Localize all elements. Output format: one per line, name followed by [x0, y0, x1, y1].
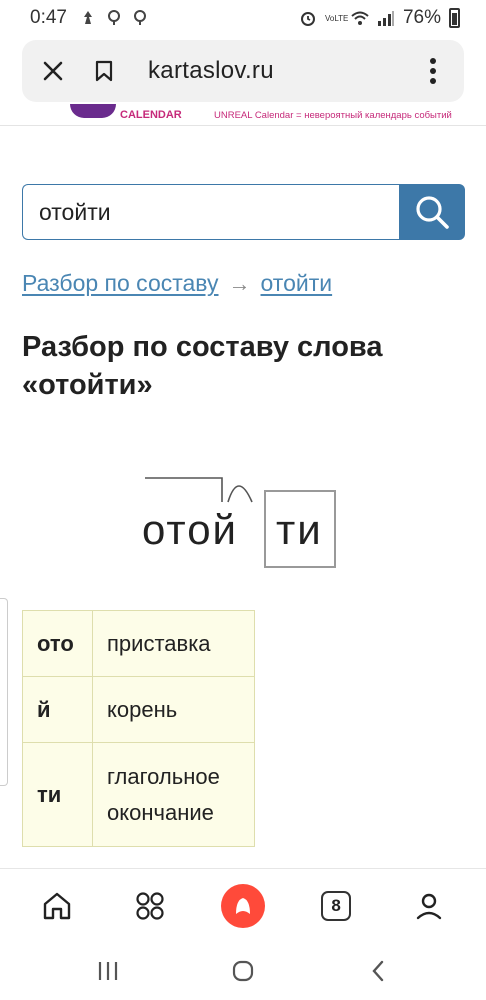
morpheme-type: корень: [92, 676, 255, 743]
browser-bottom-nav: 8: [0, 868, 486, 942]
notification-icons: [79, 9, 149, 27]
notification-app-icon: [83, 11, 92, 24]
home-system-button[interactable]: [213, 946, 273, 996]
address-bar: kartaslov.ru: [22, 40, 464, 102]
page-title: Разбор по составу слова «отойти»: [22, 331, 383, 401]
signal-icon: [377, 11, 394, 26]
status-time: 0:47: [30, 7, 67, 28]
banner-calendar-label: CALENDAR: [120, 109, 182, 121]
status-bar: 0:47 VoLTE 76%: [0, 0, 486, 36]
grid-icon: [136, 891, 164, 920]
search-form: [22, 184, 465, 240]
word-ending: ти: [276, 506, 323, 553]
morpheme-table: ото приставка й корень ти глагольное око…: [22, 610, 255, 847]
location-pin-icon-2: [133, 10, 146, 25]
services-button[interactable]: [122, 878, 178, 934]
profile-button[interactable]: [401, 878, 457, 934]
tabs-button[interactable]: 8: [308, 878, 364, 934]
morpheme-diagram: отой ти: [130, 470, 360, 580]
home-system-icon: [232, 960, 254, 982]
banner-logo: [70, 104, 116, 118]
recents-button[interactable]: [78, 946, 138, 996]
morpheme-part: ти: [22, 742, 93, 847]
morpheme-type: приставка: [92, 610, 255, 677]
home-button[interactable]: [29, 878, 85, 934]
word-stem: отой: [142, 506, 239, 553]
battery-icon: [449, 8, 460, 28]
morpheme-part: ото: [22, 610, 93, 677]
battery-percent: 76%: [402, 7, 441, 28]
home-icon: [43, 892, 70, 919]
alarm-icon: [300, 12, 315, 26]
close-button[interactable]: [22, 40, 84, 102]
ending-box: ти: [264, 490, 336, 568]
prefix-mark: [145, 477, 223, 502]
root-arc: [227, 485, 253, 503]
search-icon: [416, 196, 449, 229]
breadcrumb: Разбор по составу → отойти: [22, 270, 332, 297]
table-row: й корень: [22, 676, 255, 743]
system-nav-bar: [0, 942, 486, 1000]
location-pin-icon: [107, 10, 120, 25]
system-status-icons: VoLTE 76%: [299, 7, 460, 29]
breadcrumb-link-parent[interactable]: Разбор по составу: [22, 270, 219, 297]
breadcrumb-link-current[interactable]: отойти: [261, 270, 333, 297]
bookmark-button[interactable]: [84, 40, 124, 102]
morpheme-type: глагольное окончание: [92, 742, 255, 847]
ad-banner[interactable]: CALENDAR UNREAL Calendar = невероятный к…: [0, 104, 486, 126]
url-host[interactable]: kartaslov.ru: [148, 57, 274, 85]
recents-icon: [98, 962, 117, 980]
close-icon: [43, 61, 63, 81]
back-button[interactable]: [348, 946, 408, 996]
morpheme-part: й: [22, 676, 93, 743]
back-icon: [372, 960, 384, 982]
wifi-icon: [351, 11, 369, 25]
side-panel-handle[interactable]: [0, 598, 8, 786]
bookmark-icon: [95, 60, 113, 82]
breadcrumb-arrow: →: [228, 270, 251, 296]
alice-icon: [220, 883, 265, 928]
tabs-count: 8: [321, 890, 352, 921]
table-row: ото приставка: [22, 610, 255, 677]
volte-label: VoLTE: [324, 13, 349, 23]
profile-icon: [417, 893, 442, 919]
search-input[interactable]: [22, 184, 399, 240]
more-vertical-icon: [430, 58, 436, 84]
table-row: ти глагольное окончание: [22, 742, 255, 847]
search-button[interactable]: [399, 184, 465, 240]
alice-button[interactable]: [215, 878, 271, 934]
menu-button[interactable]: [402, 40, 464, 102]
banner-ad-text: UNREAL Calendar = невероятный календарь …: [214, 110, 452, 121]
